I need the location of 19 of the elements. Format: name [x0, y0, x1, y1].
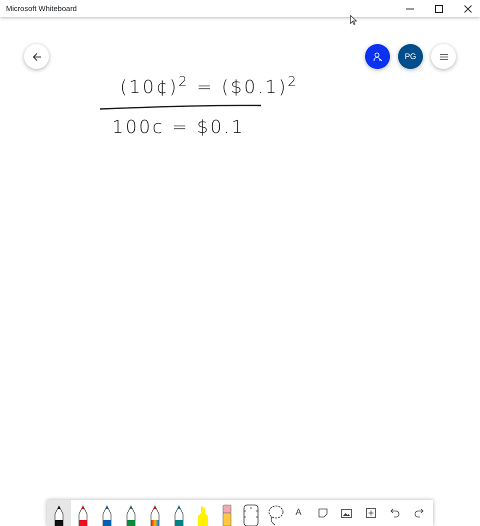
back-arrow-icon: [32, 52, 42, 62]
tool-button[interactable]: [46, 500, 70, 526]
image-icon: [341, 508, 352, 518]
note-icon: [318, 508, 328, 518]
text-tool-button[interactable]: A: [286, 500, 310, 526]
person-icon: [372, 52, 382, 62]
redo-icon: [414, 508, 424, 518]
maximize-icon[interactable]: [434, 4, 444, 14]
invite-button[interactable]: [365, 44, 390, 69]
menu-button[interactable]: [431, 44, 456, 69]
add-icon: [366, 508, 376, 518]
handwritten-equation: 100c = $0.1: [112, 116, 245, 138]
back-button[interactable]: [24, 44, 49, 69]
profile-avatar[interactable]: PG: [398, 44, 423, 69]
menu-icon: [438, 52, 448, 60]
close-icon[interactable]: [463, 4, 473, 14]
undo-icon: [390, 508, 400, 518]
handwritten-equation: (10¢)$^{2}$ = ($0.1)$^{2}$: [120, 77, 298, 99]
cursor-icon: [350, 15, 357, 25]
